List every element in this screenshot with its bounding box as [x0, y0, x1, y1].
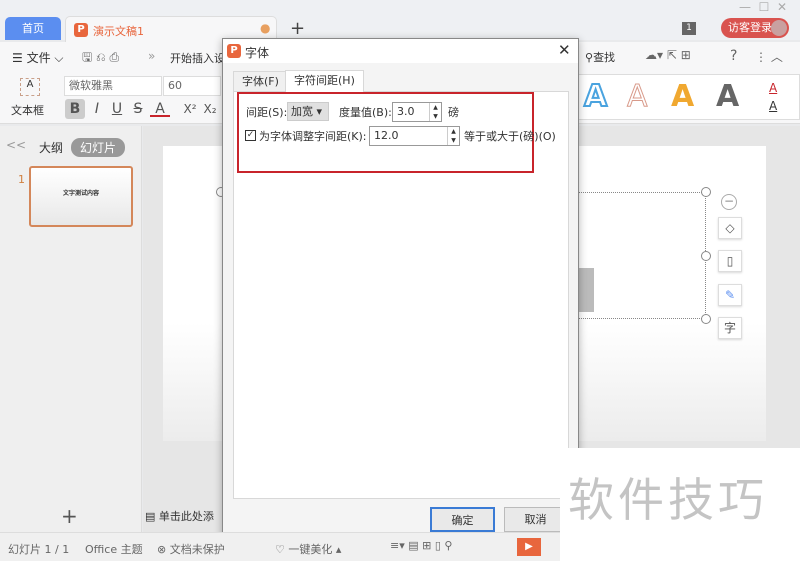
text-outline-icon[interactable]: A	[769, 99, 777, 113]
slide-count: 幻灯片 1 / 1	[8, 543, 70, 556]
close-icon[interactable]: ✕	[558, 41, 571, 59]
style-orange[interactable]: A	[671, 79, 694, 114]
kerning-input[interactable]: 12.0 ▲ ▼	[369, 126, 460, 146]
text-style-gallery: A A A A A A	[578, 74, 800, 120]
window-count-badge[interactable]: 1	[682, 22, 696, 35]
superscript-button[interactable]: X²	[180, 99, 200, 119]
kerning-suffix: 等于或大于(磅)(O)	[464, 130, 556, 143]
resize-handle[interactable]	[701, 251, 711, 261]
watermark-text: 软件技巧	[568, 473, 768, 527]
slide-thumbnail[interactable]: 文字测试内容	[29, 166, 133, 227]
notes-area[interactable]: ▤ 单击此处添	[145, 508, 214, 524]
resize-handle[interactable]	[701, 187, 711, 197]
search-button[interactable]: ⚲查找	[585, 49, 615, 65]
font-color-button[interactable]: A	[150, 99, 170, 117]
add-slide-button[interactable]: +	[61, 504, 78, 528]
dialog-titlebar: P 字体 ✕	[223, 39, 578, 63]
slides-panel: << 大纲 幻灯片 1 文字测试内容 +	[0, 126, 142, 532]
tab-slides[interactable]: 幻灯片	[71, 138, 126, 157]
more-icon[interactable]: ⋮ ︿	[755, 48, 783, 65]
tab-character-spacing[interactable]: 字符间距(H)	[285, 70, 364, 92]
view-icons[interactable]: ≡▾ ▤ ⊞ ▯ ⚲	[390, 539, 452, 552]
window-controls[interactable]: — ☐ ✕	[739, 0, 787, 14]
login-button[interactable]: 访客登录	[721, 18, 789, 38]
spin-icon[interactable]: ▲ ▼	[429, 103, 441, 121]
cloud-share-icons[interactable]: ☁▾ ⇱ ⊞	[645, 48, 691, 62]
theme-name[interactable]: Office 主题	[85, 541, 143, 557]
protect-status[interactable]: ⊗ 文档未保护	[157, 541, 225, 557]
spacing-select[interactable]: 加宽 ▾	[287, 102, 329, 121]
doc-tab-label: 演示文稿1	[93, 25, 144, 38]
font-select[interactable]: 微软雅黑	[64, 76, 162, 96]
unsaved-dot-icon: ●	[260, 21, 271, 35]
new-tab-button[interactable]: +	[290, 18, 305, 39]
minus-icon[interactable]: −	[721, 194, 737, 210]
text-fill-icon[interactable]: A	[769, 81, 777, 95]
spin-icon[interactable]: ▲ ▼	[447, 127, 459, 145]
style-pink-outline[interactable]: A	[627, 79, 649, 115]
outline-icon[interactable]: ▯	[718, 250, 742, 272]
textbox-button[interactable]: 文本框	[11, 102, 44, 118]
ribbon-tabs[interactable]: 开始插入设	[170, 50, 225, 66]
play-icon[interactable]: ▶	[517, 538, 541, 556]
collapse-button[interactable]: <<	[6, 138, 26, 152]
subscript-button[interactable]: X₂	[200, 99, 220, 119]
login-label: 访客登录	[728, 21, 772, 34]
resize-handle[interactable]	[701, 314, 711, 324]
avatar	[771, 20, 787, 36]
underline-button[interactable]: U	[107, 99, 127, 119]
quick-access-icons[interactable]: 🖫 ⎌ ⎙	[82, 48, 119, 69]
more-button[interactable]: »	[148, 49, 155, 63]
textbox-icon[interactable]: A	[20, 78, 40, 96]
measure-input[interactable]: 3.0 ▲ ▼	[392, 102, 442, 122]
spacing-label: 间距(S):	[246, 106, 288, 119]
menu-file[interactable]: ☰ 文件 ⌵	[12, 49, 64, 66]
fill-icon[interactable]: ◇	[718, 217, 742, 239]
tab-home[interactable]: 首页	[5, 17, 61, 40]
cancel-button[interactable]: 取消	[504, 507, 567, 532]
slide-number: 1	[18, 173, 25, 186]
italic-button[interactable]: I	[87, 99, 107, 119]
help-icon[interactable]: ?	[730, 48, 737, 64]
spacing-panel: 间距(S): 加宽 ▾ 度量值(B): 3.0 ▲ ▼ 磅 ✓ 为字体调整字间距(K…	[233, 91, 569, 499]
brush-icon[interactable]: ✎	[718, 284, 742, 306]
ok-button[interactable]: 确定	[430, 507, 495, 532]
tab-font[interactable]: 字体(F)	[233, 71, 288, 91]
bold-button[interactable]: B	[65, 99, 85, 119]
dialog-title: 字体	[245, 46, 270, 60]
presentation-icon: P	[74, 23, 88, 37]
app-icon: P	[227, 44, 241, 58]
font-dialog: P 字体 ✕ 字体(F) 字符间距(H) 间距(S): 加宽 ▾ 度量值(B):…	[222, 38, 579, 543]
watermark: 软件技巧	[560, 448, 800, 561]
style-gray[interactable]: A	[716, 79, 739, 114]
tab-outline[interactable]: 大纲	[39, 139, 63, 156]
beautify-button[interactable]: ♡ 一键美化 ▴	[275, 541, 341, 557]
measure-label: 度量值(B):	[339, 106, 392, 119]
kerning-label: 为字体调整字间距(K):	[259, 130, 367, 143]
style-blue-outline[interactable]: A	[583, 78, 608, 115]
unit-label: 磅	[448, 106, 459, 119]
thumb-text: 文字测试内容	[62, 190, 99, 197]
text-effect-icon[interactable]: 字	[718, 317, 742, 339]
font-size-select[interactable]: 60	[163, 76, 221, 96]
kerning-checkbox[interactable]: ✓	[245, 130, 256, 141]
strikethrough-button[interactable]: S	[128, 99, 148, 119]
